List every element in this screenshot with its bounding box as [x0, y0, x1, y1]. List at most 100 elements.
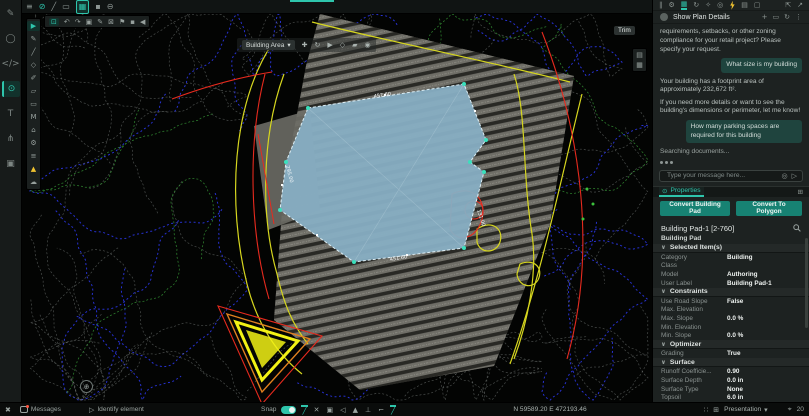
cloud-icon[interactable]: ☁ — [27, 177, 40, 187]
convert-building-pad-button[interactable]: Convert Building Pad — [660, 201, 730, 216]
send-icon[interactable]: ▷ — [792, 172, 797, 180]
snap-toggle[interactable] — [281, 406, 296, 414]
archive-icon[interactable]: ▣ — [2, 156, 20, 172]
panel-grid-icon[interactable]: ▦ — [681, 0, 688, 10]
snap-mode-icon[interactable]: ╱ — [390, 405, 396, 415]
expand-properties-icon[interactable]: ⊞ — [798, 188, 803, 196]
snap-mode-icon[interactable]: ▣ — [326, 406, 335, 414]
move-icon[interactable]: ✚ — [302, 41, 308, 49]
offset-icon[interactable]: ▱ — [27, 86, 40, 96]
more-icon[interactable]: ⋮ — [795, 13, 802, 21]
record-icon[interactable]: ◎ — [717, 1, 723, 9]
section-optimizer[interactable]: ∨ Optimizer — [653, 340, 809, 349]
tab-properties[interactable]: ⊙ Properties — [659, 187, 704, 197]
redo-icon[interactable]: ↷ — [75, 18, 81, 26]
tools-icon[interactable]: ✖ — [5, 406, 11, 414]
lightning-icon[interactable] — [729, 1, 735, 10]
text-tool-icon[interactable]: T — [2, 106, 20, 122]
grid-tool-icon[interactable]: ▦ — [76, 0, 90, 14]
rows-icon[interactable]: ▤ — [741, 1, 748, 9]
building-icon[interactable]: ⌂ — [27, 125, 40, 135]
building-area-dropdown[interactable]: Building Area ▾ — [242, 40, 295, 50]
identify-element-button[interactable]: ▷ Identify element — [89, 406, 144, 414]
popout-icon[interactable]: ↗ — [797, 1, 803, 9]
marquee-icon[interactable]: ⊡ — [49, 18, 59, 26]
flag-icon[interactable]: ⚑ — [119, 18, 125, 26]
expand-icon[interactable]: ⇱ — [785, 1, 791, 9]
copy-icon[interactable]: ▣ — [86, 18, 93, 26]
presentation-dropdown[interactable]: Presentation ▾ — [724, 406, 768, 414]
warning-icon[interactable]: ▲ — [27, 164, 40, 174]
snap-mode-icon[interactable]: ╱ — [301, 405, 307, 415]
snap-mode-icon[interactable]: ⊥ — [364, 406, 372, 414]
search-icon[interactable] — [793, 224, 801, 232]
pencil-icon[interactable]: ✎ — [27, 34, 40, 44]
snap-mode-icon[interactable]: ⌐ — [377, 406, 385, 414]
lasso-icon[interactable]: ◇ — [27, 60, 40, 70]
snap-mode-icon[interactable]: ◁ — [339, 406, 346, 414]
rectangle-icon[interactable]: ▭ — [27, 99, 40, 109]
add-icon[interactable]: + — [762, 13, 768, 21]
history-icon[interactable]: ↻ — [784, 13, 790, 21]
snap-mode-icon[interactable]: ▲ — [352, 406, 359, 414]
convert-to-polygon-button[interactable]: Convert To Polygon — [736, 201, 802, 216]
messages-button[interactable]: Messages — [20, 406, 61, 413]
minus-icon[interactable]: ⊖ — [107, 1, 114, 13]
line-tool-icon[interactable]: ╱ — [51, 1, 56, 13]
link-tool-icon[interactable]: ⊙ — [2, 81, 20, 97]
anchor-point-icon[interactable]: ⊘ — [39, 1, 46, 13]
select-tool-icon[interactable]: ▶ — [27, 21, 40, 31]
property-value[interactable]: Building — [727, 254, 753, 261]
property-value[interactable]: 6.0 in — [727, 394, 743, 401]
code-icon[interactable]: </> — [2, 56, 20, 72]
property-value[interactable]: Building Pad-1 — [727, 280, 772, 287]
property-value[interactable]: True — [727, 350, 741, 357]
section-surface[interactable]: ∨ Surface — [653, 358, 809, 367]
line-icon[interactable]: ╱ — [27, 47, 40, 57]
grid-icon[interactable]: ▦ — [636, 61, 643, 69]
window-icon[interactable]: ▭ — [773, 13, 780, 21]
settings-icon[interactable]: ⚙ — [27, 138, 40, 148]
property-value[interactable]: 0.90 — [727, 368, 739, 375]
property-value[interactable]: False — [727, 298, 743, 305]
property-value[interactable]: 0.0 % — [727, 332, 743, 339]
measure-icon[interactable]: M — [27, 112, 40, 122]
layout-icon[interactable]: ⊞ — [713, 406, 719, 414]
scale-icon[interactable]: ◇ — [340, 41, 345, 49]
snap-mode-icon[interactable]: ✕ — [313, 406, 321, 414]
edit-icon[interactable]: ✎ — [97, 18, 103, 26]
rectangle-tool-icon[interactable]: ▭ — [62, 1, 70, 13]
stop-icon[interactable]: ▪ — [95, 1, 100, 13]
section-selected-items[interactable]: ∨ Selected Item(s) — [653, 244, 809, 253]
refresh-icon[interactable]: ↻ — [693, 1, 699, 9]
undo-icon[interactable]: ↶ — [64, 18, 70, 26]
ellipse-tool-icon[interactable]: ◯ — [2, 31, 20, 47]
cursor-icon[interactable]: ▶ — [327, 41, 332, 49]
section-constraints[interactable]: ∨ Constraints — [653, 288, 809, 297]
map-canvas[interactable]: 457.60 295.00 451.60 131.00 ▶ ✎ ╱ ◇ ✐ ▱ … — [22, 14, 652, 402]
pen-tool-icon[interactable]: ✎ — [2, 6, 20, 22]
target-icon[interactable]: ◉ — [365, 41, 371, 49]
property-value[interactable]: 0.0 in — [727, 377, 743, 384]
pause-icon[interactable]: ∥ — [659, 1, 663, 9]
box-icon[interactable]: ▢ — [754, 1, 761, 9]
audio-icon[interactable]: ◀ — [140, 18, 145, 26]
sparkle-icon[interactable]: ✧ — [705, 1, 711, 9]
panel-scrollbar[interactable] — [805, 238, 808, 328]
property-value[interactable]: Authoring — [727, 271, 758, 278]
crop-icon[interactable]: ⊠ — [108, 18, 114, 26]
menu-icon[interactable]: ≡ — [26, 1, 33, 13]
object-snap-icon[interactable]: ∷ — [704, 406, 708, 414]
property-value[interactable]: None — [727, 386, 743, 393]
lock-icon[interactable]: ▪ — [130, 18, 135, 26]
navigation-icon[interactable]: ⊕ — [80, 380, 93, 393]
pen-icon[interactable]: ✐ — [27, 73, 40, 83]
share-icon[interactable]: ⋔ — [2, 131, 20, 147]
attach-icon[interactable]: ◎ — [782, 172, 788, 180]
message-input[interactable] — [665, 171, 778, 180]
property-value[interactable]: 0.0 % — [727, 315, 743, 322]
extrude-icon[interactable]: ▰ — [352, 41, 357, 49]
table-icon[interactable]: ▤ — [636, 51, 643, 59]
gear-icon[interactable]: ⚙ — [669, 1, 675, 9]
layers-icon[interactable]: ≡ — [27, 151, 40, 161]
